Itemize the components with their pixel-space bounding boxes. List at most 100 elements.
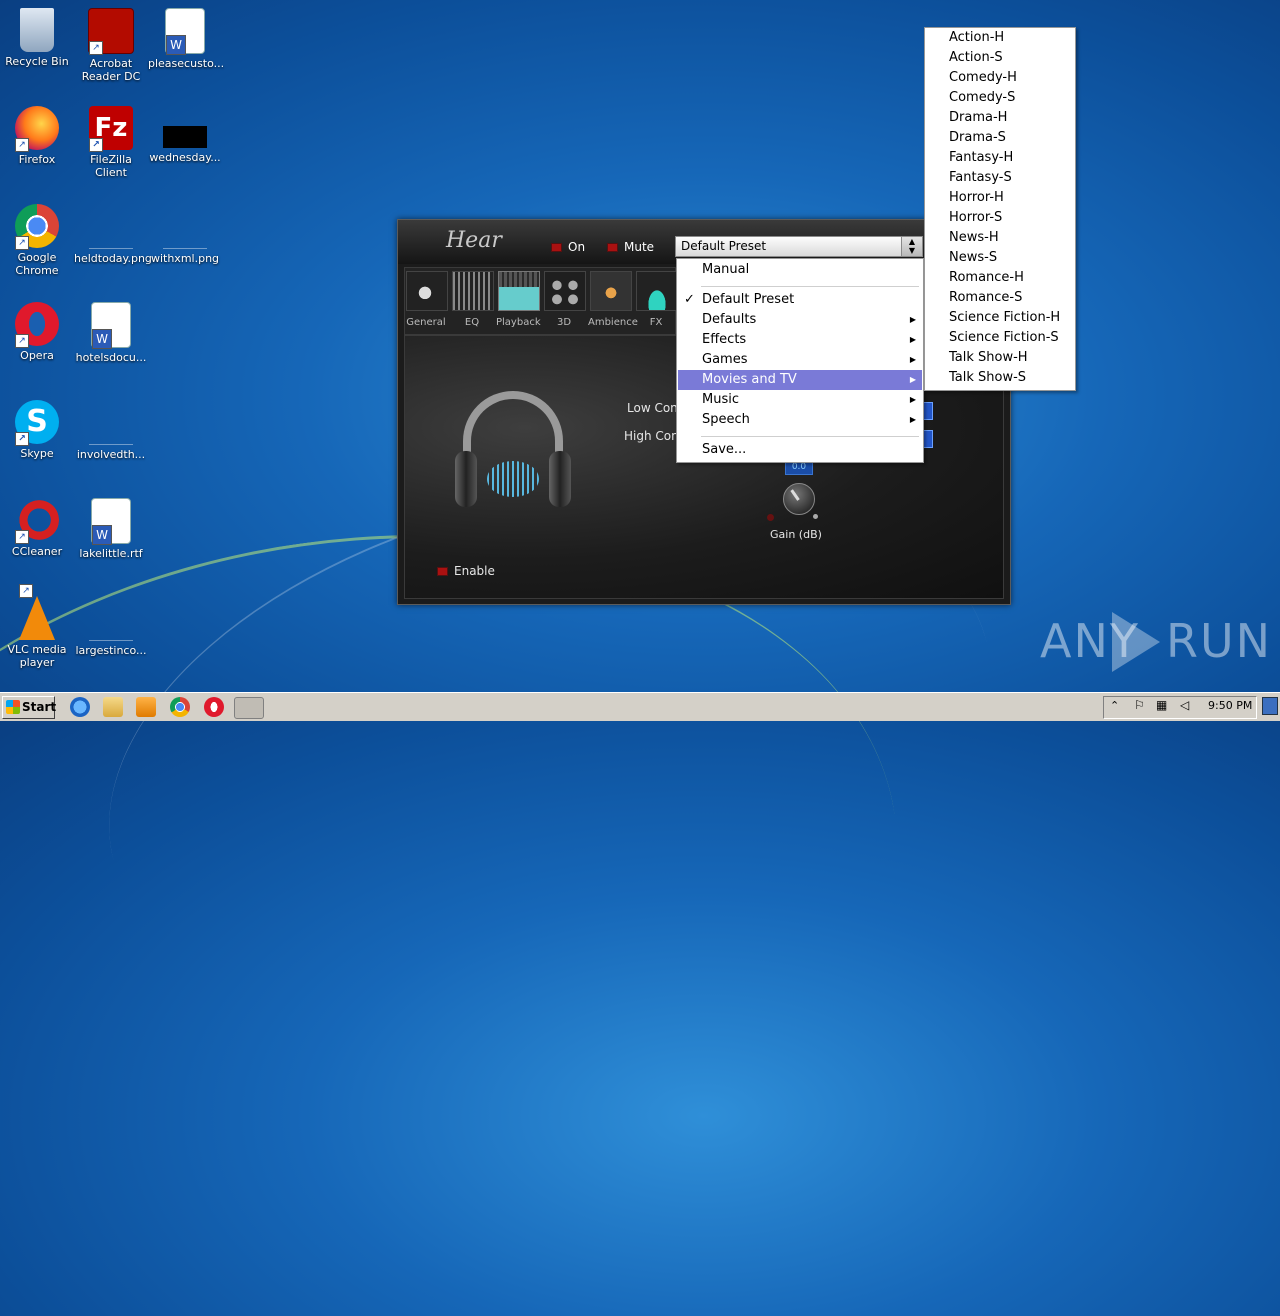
menu-item-manual[interactable]: Manual bbox=[678, 260, 922, 280]
word-document-icon: W bbox=[91, 302, 131, 349]
tab-label: 3D bbox=[556, 317, 572, 328]
menu-separator bbox=[701, 286, 919, 287]
opera-taskbar-icon[interactable] bbox=[204, 697, 224, 717]
submenu-arrow-icon: ▶ bbox=[909, 355, 916, 364]
media-player-icon[interactable] bbox=[136, 697, 156, 717]
tab-playback[interactable]: Playback bbox=[496, 267, 541, 333]
file-icon bbox=[89, 596, 133, 641]
tab-ambience[interactable]: Ambience bbox=[588, 267, 638, 333]
desktop-icon-vlc[interactable]: ↗ VLC media player bbox=[0, 584, 74, 669]
submenu-item-news-s[interactable]: News-S bbox=[949, 248, 997, 268]
desktop-icon-label: wednesday... bbox=[149, 151, 221, 164]
black-file-icon bbox=[163, 126, 207, 148]
submenu-item-horror-h[interactable]: Horror-H bbox=[949, 188, 1004, 208]
desktop-icon-label: hotelsdocu... bbox=[75, 351, 147, 364]
submenu-item-news-h[interactable]: News-H bbox=[949, 228, 999, 248]
tab-label: Ambience bbox=[588, 317, 638, 328]
tab-fx[interactable]: FX bbox=[634, 267, 678, 333]
menu-item-games[interactable]: Games ▶ bbox=[678, 350, 922, 370]
submenu-item-comedy-h[interactable]: Comedy-H bbox=[949, 68, 1017, 88]
opera-icon: ↗ bbox=[15, 302, 59, 348]
desktop-icon-google-chrome[interactable]: ↗ Google Chrome bbox=[0, 204, 74, 277]
submenu-item-horror-s[interactable]: Horror-S bbox=[949, 208, 1002, 228]
volume-icon[interactable]: ◁ bbox=[1180, 698, 1189, 712]
network-icon[interactable]: ▦ bbox=[1156, 698, 1167, 712]
on-toggle[interactable]: On bbox=[551, 240, 585, 254]
submenu-item-talk-show-h[interactable]: Talk Show-H bbox=[949, 348, 1028, 368]
firefox-icon: ↗ bbox=[15, 106, 59, 152]
gain-label: Gain (dB) bbox=[770, 528, 822, 541]
spinner-arrows-icon[interactable]: ▲ ▼ bbox=[901, 237, 922, 256]
desktop-icon-ccleaner[interactable]: ↗ CCleaner bbox=[0, 498, 74, 558]
word-document-icon: W bbox=[165, 8, 205, 55]
desktop-icon-opera[interactable]: ↗ Opera bbox=[0, 302, 74, 362]
tab-3d[interactable]: 3D bbox=[542, 267, 586, 333]
ambience-tab-icon bbox=[590, 271, 632, 311]
windows-logo-icon bbox=[6, 700, 20, 714]
skype-icon: S ↗ bbox=[15, 400, 59, 446]
menu-item-movies-and-tv[interactable]: Movies and TV ▶ bbox=[678, 370, 922, 390]
checkmark-icon: ✓ bbox=[684, 292, 695, 307]
menu-item-default-preset[interactable]: ✓ Default Preset bbox=[678, 290, 922, 310]
submenu-item-fantasy-h[interactable]: Fantasy-H bbox=[949, 148, 1013, 168]
gain-knob[interactable] bbox=[783, 483, 815, 515]
menu-item-defaults[interactable]: Defaults ▶ bbox=[678, 310, 922, 330]
mute-toggle[interactable]: Mute bbox=[607, 240, 654, 254]
recycle-bin-icon bbox=[20, 8, 54, 52]
preset-dropdown[interactable]: Default Preset ▲ ▼ bbox=[675, 236, 923, 257]
enable-checkbox[interactable]: Enable bbox=[437, 564, 495, 578]
desktop-icon-label: Recycle Bin bbox=[5, 55, 69, 68]
submenu-item-science-fiction-s[interactable]: Science Fiction-S bbox=[949, 328, 1059, 348]
taskbar: Start ⌃ ⚐ ▦ ◁ bbox=[0, 692, 1280, 721]
submenu-item-action-s[interactable]: Action-S bbox=[949, 48, 1003, 68]
submenu-item-drama-s[interactable]: Drama-S bbox=[949, 128, 1006, 148]
submenu-item-talk-show-s[interactable]: Talk Show-S bbox=[949, 368, 1026, 388]
start-button[interactable]: Start bbox=[2, 696, 56, 719]
submenu-item-action-h[interactable]: Action-H bbox=[949, 28, 1004, 48]
desktop-icon-recycle-bin[interactable]: Recycle Bin bbox=[0, 8, 74, 68]
desktop-icon-label: VLC media player bbox=[7, 643, 67, 669]
taskbar-clock[interactable]: 9:50 PM bbox=[1208, 699, 1252, 712]
desktop-icon-label: pleasecusto... bbox=[148, 57, 225, 70]
menu-item-save[interactable]: Save... bbox=[678, 440, 922, 460]
desktop-icon-skype[interactable]: S ↗ Skype bbox=[0, 400, 74, 460]
submenu-item-romance-s[interactable]: Romance-S bbox=[949, 288, 1022, 308]
word-document-icon: W bbox=[91, 498, 131, 545]
audio-control-taskbar-icon[interactable] bbox=[234, 697, 264, 719]
show-desktop-icon[interactable] bbox=[1262, 697, 1278, 715]
tab-eq[interactable]: EQ bbox=[450, 267, 494, 333]
preset-value: Default Preset bbox=[681, 239, 767, 253]
desktop-icon-wednesday[interactable]: wednesday... bbox=[148, 106, 222, 164]
menu-separator bbox=[701, 436, 919, 437]
submenu-item-comedy-s[interactable]: Comedy-S bbox=[949, 88, 1015, 108]
desktop-icon-hotelsdocu[interactable]: W hotelsdocu... bbox=[74, 302, 148, 364]
submenu-item-romance-h[interactable]: Romance-H bbox=[949, 268, 1024, 288]
desktop-icon-label: Firefox bbox=[18, 153, 56, 166]
chrome-taskbar-icon[interactable] bbox=[170, 697, 190, 717]
desktop-icon-largestinco[interactable]: largestinco... bbox=[74, 596, 148, 657]
headphones-icon bbox=[453, 391, 573, 511]
desktop-icon-label: Skype bbox=[20, 447, 54, 460]
menu-item-effects[interactable]: Effects ▶ bbox=[678, 330, 922, 350]
menu-item-music[interactable]: Music ▶ bbox=[678, 390, 922, 410]
desktop-icon-heldtoday[interactable]: heldtoday.png bbox=[74, 204, 152, 265]
folder-icon[interactable] bbox=[103, 697, 123, 717]
desktop-icon-acrobat-reader[interactable]: ↗ Acrobat Reader DC bbox=[74, 8, 148, 83]
action-center-flag-icon[interactable]: ⚐ bbox=[1134, 698, 1145, 712]
desktop-icon-pleasecusto[interactable]: W pleasecusto... bbox=[148, 8, 225, 70]
internet-explorer-icon[interactable] bbox=[70, 697, 90, 717]
desktop-icon-involvedth[interactable]: involvedth... bbox=[74, 400, 148, 461]
menu-item-speech[interactable]: Speech ▶ bbox=[678, 410, 922, 430]
submenu-arrow-icon: ▶ bbox=[909, 335, 916, 344]
submenu-item-science-fiction-h[interactable]: Science Fiction-H bbox=[949, 308, 1060, 328]
show-hidden-icons-icon[interactable]: ⌃ bbox=[1110, 699, 1119, 712]
mute-label: Mute bbox=[624, 240, 655, 254]
desktop-icon-firefox[interactable]: ↗ Firefox bbox=[0, 106, 74, 166]
preset-menu: Manual ✓ Default Preset Defaults ▶ Effects… bbox=[676, 258, 924, 463]
desktop-icon-filezilla[interactable]: Fz ↗ FileZilla Client bbox=[74, 106, 148, 179]
desktop-icon-lakelittle[interactable]: W lakelittle.rtf bbox=[74, 498, 148, 560]
desktop-icon-withxml[interactable]: withxml.png bbox=[148, 204, 222, 265]
submenu-item-drama-h[interactable]: Drama-H bbox=[949, 108, 1007, 128]
submenu-item-fantasy-s[interactable]: Fantasy-S bbox=[949, 168, 1012, 188]
tab-general[interactable]: General bbox=[404, 267, 448, 333]
